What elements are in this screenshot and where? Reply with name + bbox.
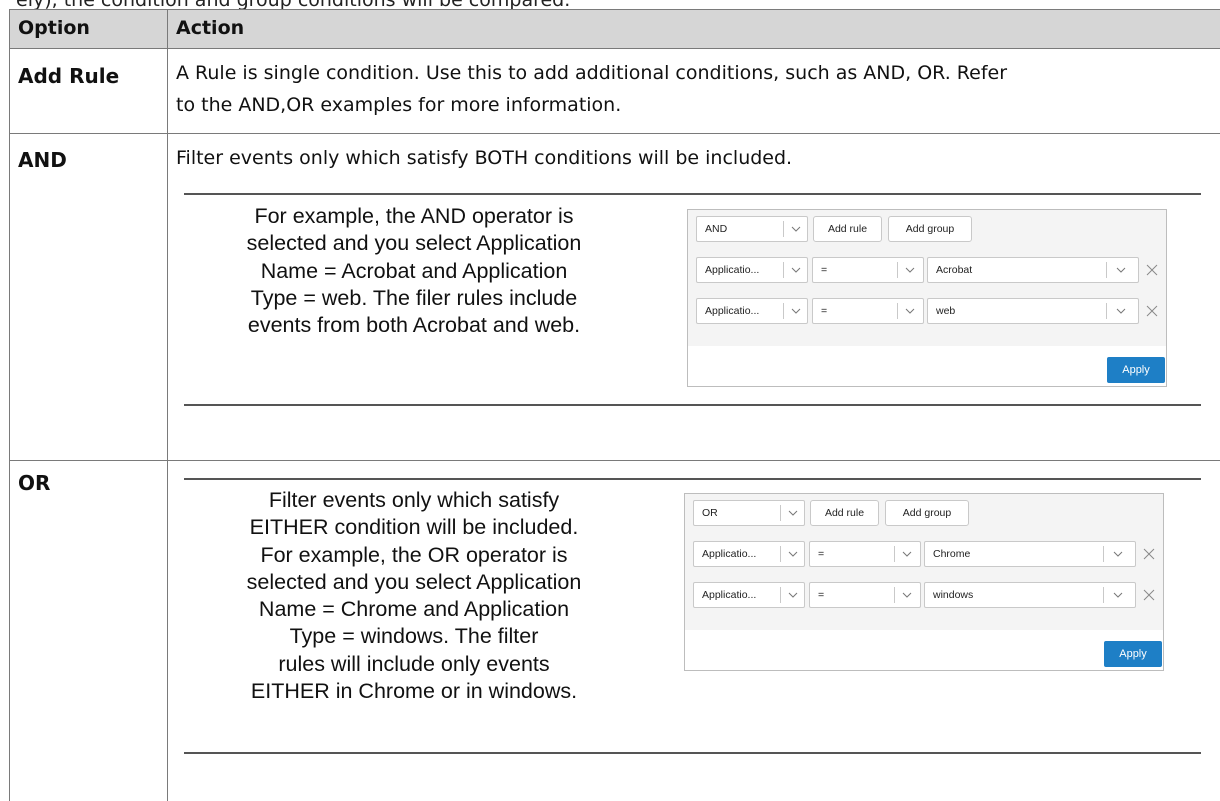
- or-example-top-rule: [184, 478, 1201, 480]
- or-filter-widget: OR Add rule Add group Applicatio... = Ch…: [684, 493, 1164, 671]
- chevron-down-icon: [905, 308, 915, 314]
- table-border-top: [9, 9, 1220, 10]
- add-rule-desc-line2: to the AND,OR examples for more informat…: [176, 94, 622, 116]
- and-example-bottom-rule: [184, 404, 1201, 406]
- or-example-text: Filter events only which satisfy EITHER …: [246, 488, 582, 704]
- options-table: Option Action Add Rule A Rule is single …: [0, 0, 1220, 801]
- chevron-down-icon: [791, 226, 801, 232]
- field-value: Applicatio...: [705, 264, 760, 276]
- option-add-rule: Add Rule: [18, 64, 120, 88]
- and-example-top-rule: [184, 193, 1201, 195]
- rule-value: web: [936, 305, 956, 317]
- chevron-down-icon: [1116, 308, 1126, 314]
- row-divider: [9, 460, 1220, 461]
- operator-value: AND: [705, 223, 728, 235]
- column-divider: [167, 9, 168, 801]
- operator-select[interactable]: AND: [696, 216, 808, 242]
- comparison-value: =: [821, 264, 828, 276]
- value-select[interactable]: windows: [924, 582, 1136, 608]
- close-icon[interactable]: [1145, 263, 1159, 277]
- field-select[interactable]: Applicatio...: [696, 298, 808, 324]
- apply-button[interactable]: Apply: [1104, 641, 1162, 667]
- header-action: Action: [176, 17, 245, 39]
- or-example-bottom-rule: [184, 752, 1201, 754]
- chevron-down-icon: [902, 551, 912, 557]
- operator-field-select[interactable]: =: [812, 298, 924, 324]
- add-group-button[interactable]: Add group: [888, 216, 972, 242]
- option-or: OR: [18, 471, 51, 495]
- operator-field-select[interactable]: =: [809, 541, 921, 567]
- rule-value: Acrobat: [936, 264, 973, 276]
- add-rule-button[interactable]: Add rule: [810, 500, 879, 526]
- close-icon[interactable]: [1142, 588, 1156, 602]
- operator-field-select[interactable]: =: [812, 257, 924, 283]
- rule-value: windows: [933, 589, 974, 601]
- operator-field-select[interactable]: =: [809, 582, 921, 608]
- chevron-down-icon: [1116, 267, 1126, 273]
- comparison-value: =: [818, 548, 825, 560]
- table-border-left: [9, 9, 10, 801]
- and-filter-widget: AND Add rule Add group Applicatio... = A…: [687, 209, 1167, 387]
- value-select[interactable]: web: [927, 298, 1139, 324]
- chevron-down-icon: [788, 551, 798, 557]
- operator-value: OR: [702, 507, 718, 519]
- comparison-value: =: [818, 589, 825, 601]
- field-select[interactable]: Applicatio...: [693, 582, 805, 608]
- row-divider: [9, 133, 1220, 134]
- chevron-down-icon: [902, 592, 912, 598]
- header-option: Option: [18, 17, 90, 39]
- add-rule-button[interactable]: Add rule: [813, 216, 882, 242]
- field-value: Applicatio...: [702, 548, 757, 560]
- close-icon[interactable]: [1142, 547, 1156, 561]
- chevron-down-icon: [905, 267, 915, 273]
- table-header-divider: [9, 48, 1220, 49]
- chevron-down-icon: [788, 592, 798, 598]
- value-select[interactable]: Chrome: [924, 541, 1136, 567]
- chevron-down-icon: [791, 308, 801, 314]
- chevron-down-icon: [791, 267, 801, 273]
- operator-select[interactable]: OR: [693, 500, 805, 526]
- and-intro: Filter events only which satisfy BOTH co…: [176, 147, 793, 169]
- value-select[interactable]: Acrobat: [927, 257, 1139, 283]
- field-select[interactable]: Applicatio...: [696, 257, 808, 283]
- add-group-button[interactable]: Add group: [885, 500, 969, 526]
- option-and: AND: [18, 148, 67, 172]
- apply-button[interactable]: Apply: [1107, 357, 1165, 383]
- and-example-text: For example, the AND operator is selecte…: [246, 204, 582, 338]
- field-value: Applicatio...: [705, 305, 760, 317]
- field-value: Applicatio...: [702, 589, 757, 601]
- comparison-value: =: [821, 305, 828, 317]
- rule-value: Chrome: [933, 548, 971, 560]
- chevron-down-icon: [1113, 551, 1123, 557]
- chevron-down-icon: [788, 510, 798, 516]
- close-icon[interactable]: [1145, 304, 1159, 318]
- chevron-down-icon: [1113, 592, 1123, 598]
- add-rule-desc-line1: A Rule is single condition. Use this to …: [176, 62, 1008, 84]
- field-select[interactable]: Applicatio...: [693, 541, 805, 567]
